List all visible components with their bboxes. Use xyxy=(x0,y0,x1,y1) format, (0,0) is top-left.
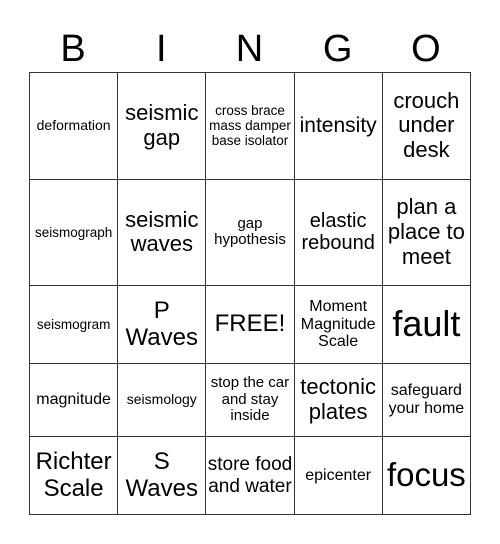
free-space-cell[interactable]: FREE! xyxy=(205,285,295,364)
bingo-cell[interactable]: store food and water xyxy=(205,436,295,515)
bingo-cell[interactable]: seismic waves xyxy=(117,178,207,287)
bingo-cell[interactable]: intensity xyxy=(293,72,383,180)
bingo-cell[interactable]: cross brace mass damper base isolator xyxy=(205,72,295,180)
bingo-cell[interactable]: plan a place to meet xyxy=(381,178,472,287)
header-letter-g: G xyxy=(322,28,353,70)
bingo-cell[interactable]: P Waves xyxy=(117,285,207,364)
bingo-cell[interactable]: epicenter xyxy=(293,436,383,515)
bingo-row: deformation seismic gap cross brace mass… xyxy=(28,72,472,180)
bingo-cell[interactable]: seismology xyxy=(117,362,207,438)
bingo-cell[interactable]: magnitude xyxy=(28,362,119,438)
header-letter-o: O xyxy=(411,28,441,70)
bingo-cell[interactable]: crouch under desk xyxy=(381,72,472,180)
bingo-cell[interactable]: seismic gap xyxy=(117,72,207,180)
header-letter-n: N xyxy=(235,28,264,70)
bingo-header: B I N G O xyxy=(29,26,470,72)
bingo-cell[interactable]: tectonic plates xyxy=(293,362,383,438)
header-letter-i: I xyxy=(156,28,167,70)
bingo-row: Richter Scale S Waves store food and wat… xyxy=(28,436,472,515)
bingo-cell[interactable]: stop the car and stay inside xyxy=(205,362,295,438)
bingo-grid: deformation seismic gap cross brace mass… xyxy=(28,72,472,515)
bingo-cell[interactable]: gap hypothesis xyxy=(205,178,295,287)
bingo-cell[interactable]: S Waves xyxy=(117,436,207,515)
bingo-cell[interactable]: seismogram xyxy=(28,285,119,364)
bingo-cell[interactable]: Richter Scale xyxy=(28,436,119,515)
bingo-cell[interactable]: elastic rebound xyxy=(293,178,383,287)
bingo-cell[interactable]: seismograph xyxy=(28,178,119,287)
bingo-row: seismogram P Waves FREE! Moment Magnitud… xyxy=(28,285,472,364)
bingo-row: seismograph seismic waves gap hypothesis… xyxy=(28,178,472,287)
bingo-row: magnitude seismology stop the car and st… xyxy=(28,362,472,438)
bingo-cell[interactable]: focus xyxy=(381,436,472,515)
bingo-cell[interactable]: deformation xyxy=(28,72,119,180)
header-letter-b: B xyxy=(60,28,86,70)
bingo-cell[interactable]: Moment Magnitude Scale xyxy=(293,285,383,364)
bingo-cell[interactable]: safeguard your home xyxy=(381,362,472,438)
bingo-cell[interactable]: fault xyxy=(381,285,472,364)
